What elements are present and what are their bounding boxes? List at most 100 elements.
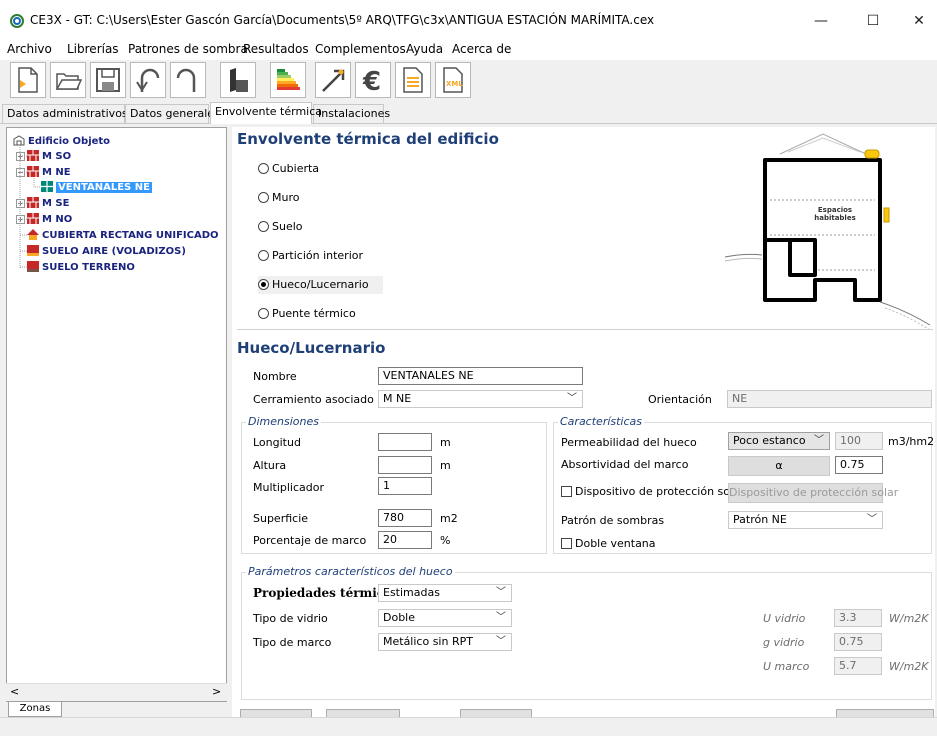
g-vidrio-field: 0.75 (834, 633, 882, 651)
xml-export-icon: XML (443, 67, 463, 93)
improvement-button[interactable] (315, 62, 351, 98)
app-logo-icon (10, 14, 24, 28)
radio-label: Hueco/Lucernario (272, 278, 369, 291)
longitud-input[interactable] (378, 433, 432, 451)
report-icon (403, 67, 423, 93)
radio-circle (258, 163, 269, 174)
maximize-button[interactable]: ☐ (853, 8, 893, 34)
building-icon (230, 68, 248, 92)
redo-button[interactable] (170, 62, 206, 98)
tab-zonas[interactable]: Zonas (8, 702, 62, 717)
parameters-group-title: Parámetros característicos del hueco (246, 565, 455, 578)
report-button[interactable] (395, 62, 431, 98)
doble-ventana-checkbox[interactable]: Doble ventana (561, 537, 656, 550)
longitud-unit: m (440, 436, 451, 449)
tree-item-ventanales-ne[interactable]: VENTANALES NE (41, 181, 152, 194)
orientation-label: Orientación (648, 393, 712, 406)
building-button[interactable] (220, 62, 256, 98)
altura-input[interactable] (378, 456, 432, 474)
permeabilidad-label: Permeabilidad del hueco (561, 436, 697, 449)
radio-hueco-lucernario[interactable]: Hueco/Lucernario (258, 276, 383, 294)
radio-circle (258, 192, 269, 203)
radio-particion-interior[interactable]: Partición interior (258, 247, 363, 265)
radio-circle (258, 308, 269, 319)
scroll-left-button[interactable]: < (10, 685, 19, 698)
u-marco-label: U marco (763, 660, 810, 673)
menu-archivo[interactable]: Archivo (7, 42, 52, 56)
dimensions-group-title: Dimensiones (246, 415, 321, 428)
close-button[interactable]: ✕ (899, 8, 937, 34)
tab-instalaciones[interactable]: Instalaciones (313, 104, 390, 124)
tree-item-label: CUBIERTA RECTANG UNIFICADO (42, 230, 219, 241)
alpha-button[interactable]: α (728, 456, 830, 476)
tipo-vidrio-select[interactable]: Doble ﹀ (378, 609, 512, 627)
radio-circle (258, 221, 269, 232)
section-divider (237, 329, 933, 330)
radio-circle-selected (258, 279, 269, 290)
menu-resultados[interactable]: Resultados (243, 42, 309, 56)
tipo-vidrio-value: Doble (383, 611, 416, 624)
radio-cubierta[interactable]: Cubierta (258, 160, 319, 178)
tipo-marco-select[interactable]: Metálico sin RPT ﹀ (378, 633, 512, 651)
xml-export-button[interactable]: XML (435, 62, 471, 98)
multiplicador-label: Multiplicador (253, 481, 325, 494)
energy-rating-button[interactable] (270, 62, 306, 98)
porcentaje-unit: % (440, 534, 451, 547)
menu-bar: Archivo Librerías Patrones de sombra Res… (0, 40, 937, 60)
closure-select[interactable]: M NE ﹀ (378, 390, 583, 408)
chevron-down-icon: ﹀ (496, 636, 506, 647)
radio-label: Muro (272, 191, 300, 204)
tree-item-cubierta[interactable]: CUBIERTA RECTANG UNIFICADO (27, 229, 219, 242)
multiplicador-input[interactable]: 1 (378, 477, 432, 495)
tipo-marco-value: Metálico sin RPT (383, 635, 473, 648)
dispositivo-checkbox[interactable]: Dispositivo de protección solar (561, 485, 744, 498)
radio-puente-termico[interactable]: Puente térmico (258, 305, 356, 323)
absortividad-input[interactable]: 0.75 (835, 456, 883, 474)
tab-datos-administrativos[interactable]: Datos administrativos (2, 104, 128, 124)
menu-ayuda[interactable]: Ayuda (406, 42, 443, 56)
patron-sombras-select[interactable]: Patrón NE ﹀ (728, 511, 883, 529)
menu-patrones-sombra[interactable]: Patrones de sombra (128, 42, 248, 56)
save-button[interactable] (90, 62, 126, 98)
superficie-label: Superficie (253, 512, 309, 525)
permeabilidad-select[interactable]: Poco estanco ﹀ (728, 432, 830, 450)
window-title: CE3X - GT: C:\Users\Ester Gascón García\… (30, 13, 655, 27)
undo-button[interactable] (130, 62, 166, 98)
tree-horizontal-scrollbar[interactable]: < > (6, 683, 227, 701)
propiedades-label: Propiedades térmicas (253, 586, 399, 600)
absortividad-label: Absortividad del marco (561, 458, 689, 471)
xml-label: XML (446, 80, 463, 88)
propiedades-select[interactable]: Estimadas ﹀ (378, 584, 512, 602)
u-vidrio-field: 3.3 (834, 609, 882, 627)
chevron-down-icon: ﹀ (867, 514, 877, 525)
new-file-button[interactable] (10, 62, 46, 98)
radio-suelo[interactable]: Suelo (258, 218, 303, 236)
tab-datos-generales[interactable]: Datos generales (125, 104, 220, 124)
radio-label: Puente térmico (272, 307, 356, 320)
name-label: Nombre (253, 370, 297, 383)
tree-item-label: VENTANALES NE (56, 182, 152, 193)
menu-complementos[interactable]: Complementos (315, 42, 406, 56)
checkbox-box (561, 538, 572, 549)
open-button[interactable] (50, 62, 86, 98)
menu-acerca-de[interactable]: Acerca de (452, 42, 511, 56)
chevron-down-icon: ﹀ (814, 435, 824, 446)
superficie-input[interactable]: 780 (378, 509, 432, 527)
menu-librerias[interactable]: Librerías (67, 42, 119, 56)
economic-analysis-button[interactable]: € (355, 62, 391, 98)
minimize-button[interactable]: — (801, 8, 841, 34)
chevron-down-icon: ﹀ (567, 393, 577, 404)
checkbox-label: Doble ventana (575, 537, 656, 550)
u-vidrio-label: U vidrio (763, 612, 806, 625)
tree-item-suelo-aire[interactable]: SUELO AIRE (VOLADIZOS) (27, 245, 186, 258)
dispositivo-button[interactable]: Dispositivo de protección solar (728, 483, 898, 503)
tab-envolvente-termica[interactable]: Envolvente térmica (210, 102, 322, 124)
radio-muro[interactable]: Muro (258, 189, 299, 207)
tree-item-label: SUELO TERRENO (42, 262, 135, 273)
scroll-right-button[interactable]: > (212, 685, 221, 698)
name-input[interactable]: VENTANALES NE (378, 367, 583, 385)
checkbox-box (561, 486, 572, 497)
title-bar: CE3X - GT: C:\Users\Ester Gascón García\… (0, 0, 937, 40)
porcentaje-marco-input[interactable]: 20 (378, 531, 432, 549)
improvement-arrow-icon (322, 69, 345, 92)
